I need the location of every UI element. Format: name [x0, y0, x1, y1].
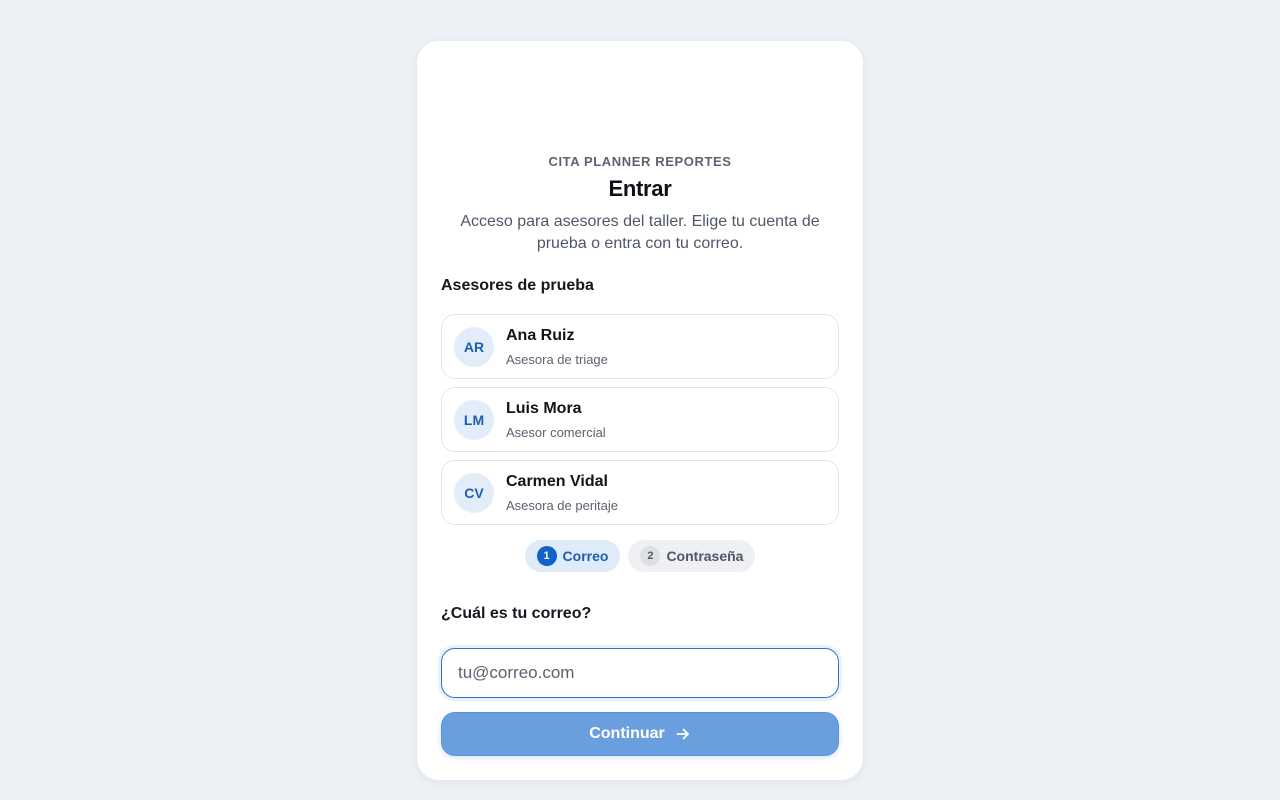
email-input[interactable] — [441, 648, 839, 698]
step-label: Contraseña — [666, 548, 744, 564]
continue-button-label: Continuar — [589, 725, 665, 742]
page-title: Entrar — [608, 176, 672, 201]
avatar: AR — [454, 327, 494, 367]
user-card-carmen-vidal[interactable]: CV Carmen Vidal Asesora de peritaje — [441, 460, 839, 525]
test-users-label: Asesores de prueba — [441, 277, 594, 294]
user-role: Asesora de peritaje — [506, 498, 619, 513]
avatar: CV — [454, 473, 494, 513]
user-name: Ana Ruiz — [506, 327, 575, 344]
user-name: Luis Mora — [506, 400, 582, 417]
page-subtitle: Acceso para asesores del taller. Elige t… — [460, 213, 820, 252]
step-number: 1 — [536, 546, 557, 566]
continue-button[interactable]: Continuar — [441, 712, 839, 756]
step-label: Correo — [562, 548, 609, 564]
user-role: Asesora de triage — [506, 352, 608, 367]
test-user-list: AR Ana Ruiz Asesora de triage LM Luis Mo… — [441, 314, 839, 533]
user-role: Asesor comercial — [506, 425, 606, 440]
step-password[interactable]: 2 Contraseña — [628, 540, 756, 572]
user-card-ana-ruiz[interactable]: AR Ana Ruiz Asesora de triage — [441, 314, 839, 379]
arrow-right-icon — [676, 728, 689, 740]
login-card: CITA PLANNER REPORTES Entrar Acceso para… — [417, 41, 863, 780]
step-number: 2 — [640, 546, 661, 566]
step-indicator: 1 Correo 2 Contraseña — [417, 540, 863, 572]
email-question-label: ¿Cuál es tu correo? — [441, 605, 592, 622]
user-card-luis-mora[interactable]: LM Luis Mora Asesor comercial — [441, 387, 839, 452]
app-brand: CITA PLANNER REPORTES — [548, 154, 732, 169]
avatar: LM — [454, 400, 494, 440]
step-email[interactable]: 1 Correo — [524, 540, 621, 572]
user-name: Carmen Vidal — [506, 473, 608, 490]
